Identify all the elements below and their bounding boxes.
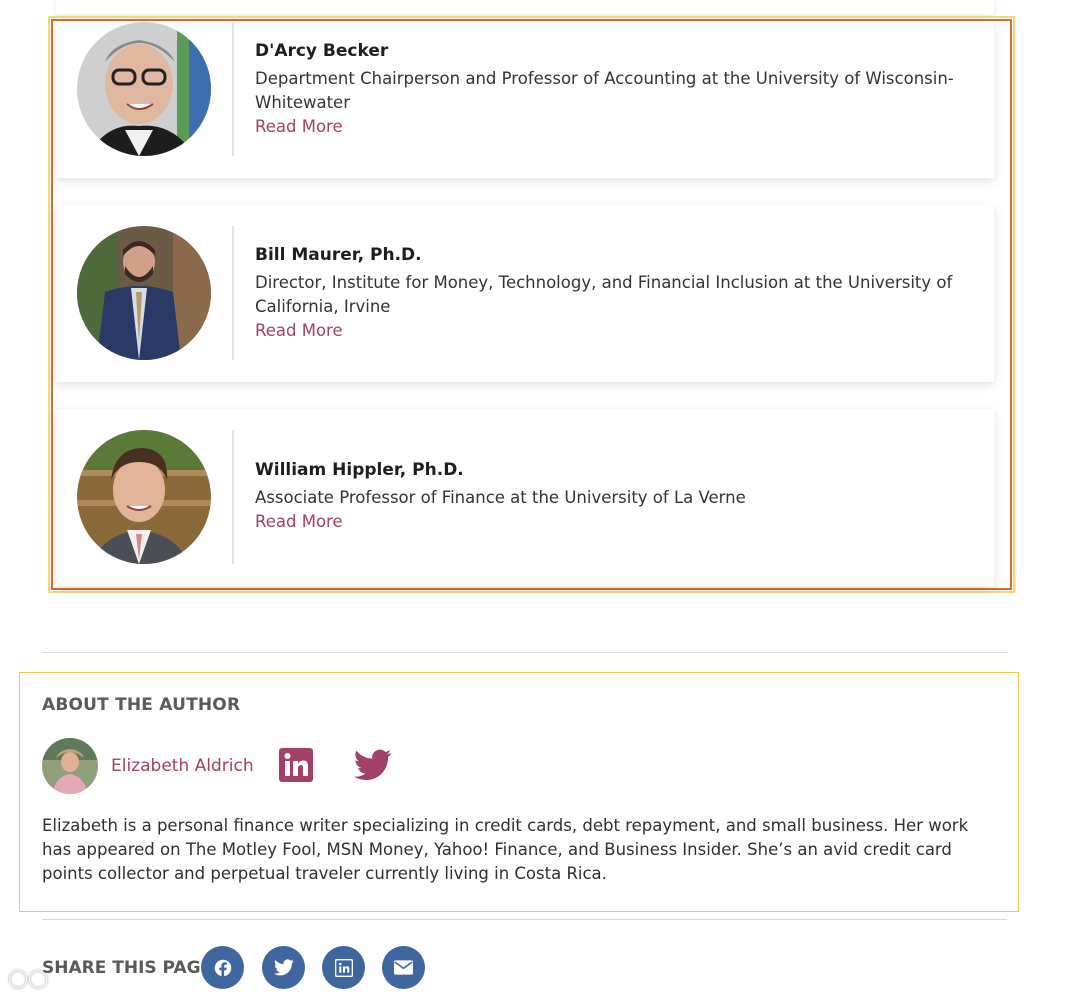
read-more-link[interactable]: Read More (255, 319, 343, 343)
section-divider (42, 919, 1007, 920)
expert-title: Director, Institute for Money, Technolog… (255, 273, 953, 316)
card-divider (232, 22, 234, 156)
read-more-link[interactable]: Read More (255, 115, 343, 139)
card-divider (232, 226, 234, 360)
share-facebook-button[interactable] (201, 946, 244, 989)
author-bio: Elizabeth is a personal finance writer s… (42, 816, 969, 883)
expert-card: D'Arcy Becker Department Chairperson and… (56, 22, 994, 178)
section-divider (42, 652, 1007, 653)
share-linkedin-button[interactable] (322, 946, 365, 989)
twitter-icon[interactable] (354, 748, 392, 782)
share-twitter-button[interactable] (262, 946, 305, 989)
previous-card-edge (56, 0, 994, 14)
expert-card: William Hippler, Ph.D. Associate Profess… (56, 409, 994, 586)
expert-info: D'Arcy Becker Department Chairperson and… (255, 41, 964, 139)
about-author-heading: ABOUT THE AUTHOR (42, 695, 241, 715)
card-divider (232, 430, 234, 564)
linkedin-icon (334, 958, 353, 977)
expert-name: D'Arcy Becker (255, 41, 389, 61)
author-name-link[interactable]: Elizabeth Aldrich (111, 756, 254, 776)
expert-name: Bill Maurer, Ph.D. (255, 245, 422, 265)
read-more-link[interactable]: Read More (255, 510, 343, 534)
share-label: SHARE THIS PAGE (42, 958, 213, 978)
expert-photo (77, 430, 211, 564)
avatar[interactable] (42, 738, 98, 794)
expert-title: Department Chairperson and Professor of … (255, 69, 954, 112)
watermark: ◯◯ (8, 968, 49, 989)
expert-photo (77, 226, 211, 360)
email-icon (394, 960, 413, 975)
twitter-icon (273, 959, 294, 976)
expert-name: William Hippler, Ph.D. (255, 460, 464, 480)
expert-card: Bill Maurer, Ph.D. Director, Institute f… (56, 205, 994, 382)
share-email-button[interactable] (382, 946, 425, 989)
about-author-box: ABOUT THE AUTHOR Elizabeth Aldrich Eliza… (19, 672, 1019, 912)
expert-info: Bill Maurer, Ph.D. Director, Institute f… (255, 245, 964, 343)
expert-photo (77, 22, 211, 156)
linkedin-icon[interactable] (279, 748, 313, 782)
expert-title: Associate Professor of Finance at the Un… (255, 488, 746, 507)
facebook-icon (214, 959, 231, 977)
expert-info: William Hippler, Ph.D. Associate Profess… (255, 460, 964, 534)
